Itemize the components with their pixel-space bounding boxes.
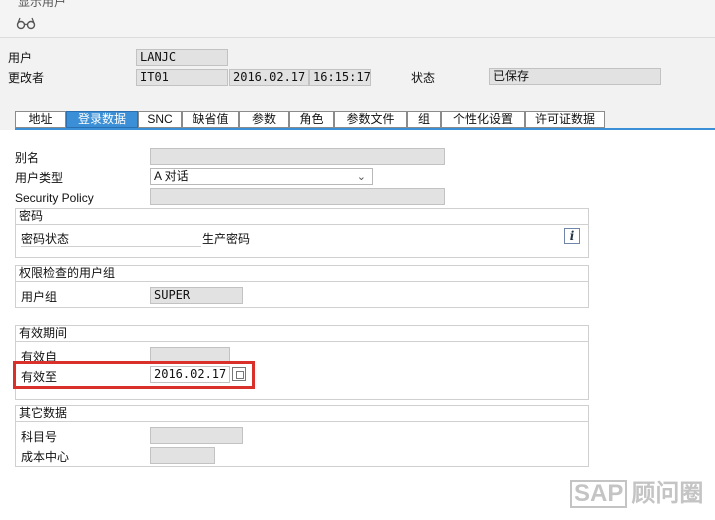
user-group-field: SUPER bbox=[150, 287, 243, 304]
validity-group-title: 有效期间 bbox=[16, 326, 588, 342]
other-data-group-title: 其它数据 bbox=[16, 406, 588, 422]
window-title: 显示用户 bbox=[18, 0, 67, 9]
other-data-group: 其它数据 科目号 成本中心 bbox=[15, 405, 589, 467]
tab-parameters[interactable]: 参数 bbox=[239, 111, 289, 128]
watermark-sap: SAP bbox=[570, 480, 628, 508]
security-policy-label: Security Policy bbox=[15, 191, 94, 205]
tab-license-data[interactable]: 许可证数据 bbox=[525, 111, 605, 128]
alias-field bbox=[150, 148, 445, 165]
change-date-field: 2016.02.17 bbox=[229, 69, 309, 86]
status-field: 已保存 bbox=[489, 68, 661, 85]
tab-snc[interactable]: SNC bbox=[138, 111, 182, 128]
cost-center-field bbox=[150, 447, 215, 464]
password-group-title: 密码 bbox=[16, 209, 588, 225]
change-time-field: 16:15:17 bbox=[309, 69, 371, 86]
auth-group-title: 权限检查的用户组 bbox=[16, 266, 588, 282]
password-status-label: 密码状态 bbox=[21, 232, 70, 246]
cost-center-label: 成本中心 bbox=[21, 450, 70, 464]
tab-personalization[interactable]: 个性化设置 bbox=[441, 111, 525, 128]
divider bbox=[21, 246, 201, 247]
chevron-down-icon[interactable]: ⌄ bbox=[357, 170, 366, 184]
alias-label: 别名 bbox=[15, 151, 40, 165]
watermark-text: 顾问圈 bbox=[631, 480, 704, 507]
account-number-label: 科目号 bbox=[21, 430, 58, 444]
tab-roles[interactable]: 角色 bbox=[289, 111, 334, 128]
tab-content: 别名 用户类型 A 对话 ⌄ Security Policy 密码 密码状态 生… bbox=[0, 130, 715, 520]
changed-by-field: IT01 bbox=[136, 69, 228, 86]
user-type-label: 用户类型 bbox=[15, 171, 64, 185]
tab-address[interactable]: 地址 bbox=[15, 111, 66, 128]
user-group-label: 用户组 bbox=[21, 290, 58, 304]
user-label: 用户 bbox=[8, 51, 33, 65]
info-icon[interactable]: i bbox=[564, 228, 580, 244]
password-status-value: 生产密码 bbox=[202, 232, 251, 246]
watermark: SAP 顾问圈 bbox=[570, 479, 710, 509]
account-number-field bbox=[150, 427, 243, 444]
security-policy-field bbox=[150, 188, 445, 205]
highlight-box bbox=[13, 361, 255, 389]
toolbar: 显示用户 bbox=[0, 0, 715, 38]
password-group: 密码 密码状态 生产密码 i bbox=[15, 208, 589, 258]
tab-profiles[interactable]: 参数文件 bbox=[334, 111, 407, 128]
tab-defaults[interactable]: 缺省值 bbox=[182, 111, 239, 128]
glasses-icon[interactable] bbox=[16, 16, 36, 30]
tab-groups[interactable]: 组 bbox=[407, 111, 441, 128]
user-type-value: A 对话 bbox=[154, 169, 189, 183]
user-type-select[interactable]: A 对话 ⌄ bbox=[150, 168, 373, 185]
tab-logon-data[interactable]: 登录数据 bbox=[66, 111, 138, 128]
auth-group: 权限检查的用户组 用户组 SUPER bbox=[15, 265, 589, 308]
status-label: 状态 bbox=[411, 71, 436, 85]
changed-by-label: 更改者 bbox=[8, 71, 45, 85]
user-field: LANJC bbox=[136, 49, 228, 66]
